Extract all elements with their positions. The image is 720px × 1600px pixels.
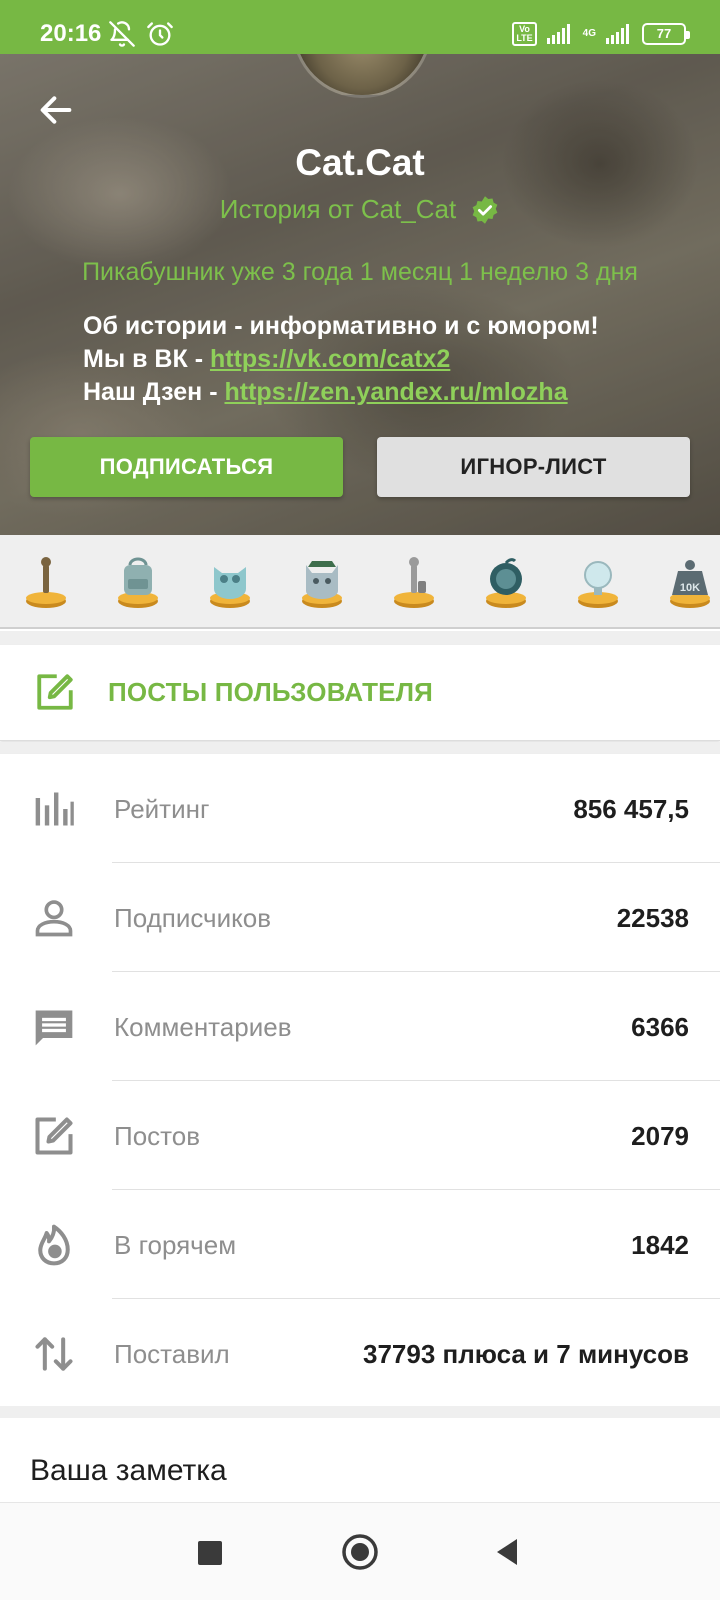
profile-subtitle-text: История от Cat_Cat (219, 194, 457, 224)
bar-chart-icon (35, 792, 74, 826)
verified-icon (472, 195, 498, 224)
status-bar: 20:16 Vo LTE 4G 77 (0, 0, 720, 54)
edit-icon (35, 1117, 73, 1155)
user-posts-label: ПОСТЫ ПОЛЬЗОВАТЕЛЯ (108, 677, 434, 707)
stat-value: 1842 (631, 1230, 689, 1260)
awards-strip[interactable]: 10K (0, 535, 720, 629)
status-time: 20:16 (40, 20, 102, 47)
award-badge-text: 10K (680, 582, 700, 594)
award-cat-icon[interactable] (296, 551, 348, 613)
person-icon (35, 900, 73, 937)
award-trophy-icon[interactable] (20, 551, 72, 613)
edit-icon (37, 674, 73, 710)
battery-level: 77 (656, 26, 672, 41)
user-posts-link[interactable]: ПОСТЫ ПОЛЬЗОВАТЕЛЯ (0, 645, 720, 741)
note-section[interactable]: Ваша заметка (0, 1418, 720, 1502)
swap-vertical-icon (35, 1337, 73, 1371)
stat-label: Поставил (114, 1339, 230, 1369)
profile-subtitle: История от Cat_Cat (0, 194, 720, 225)
profile-about: Об истории - информативно и с юмором! Мы… (83, 310, 599, 409)
section-gap (0, 742, 720, 754)
home-icon[interactable] (341, 1533, 379, 1571)
stat-label: Постов (114, 1121, 201, 1151)
stat-row-posts: Постов 2079 (0, 1081, 720, 1190)
about-prefix: Мы в ВК - (83, 345, 210, 373)
flame-icon (38, 1224, 70, 1266)
award-owl-icon[interactable] (204, 551, 256, 613)
network-type: 4G (582, 28, 596, 39)
stat-row-comments: Комментариев 6366 (0, 972, 720, 1081)
stat-label: Подписчиков (114, 903, 272, 933)
stats-list: Рейтинг 856 457,5 Подписчиков 22538 Комм… (0, 754, 720, 1406)
vk-link[interactable]: https://vk.com/catx2 (210, 345, 450, 373)
stat-value: 6366 (631, 1012, 689, 1042)
stat-label: Комментариев (114, 1012, 292, 1042)
about-line: Об истории - информативно и с юмором! (83, 312, 599, 340)
stat-label: В горячем (114, 1230, 237, 1260)
section-gap (0, 1406, 720, 1418)
profile-name: Cat.Cat (295, 142, 425, 183)
award-trophy-icon[interactable] (388, 551, 440, 613)
award-backpack-icon[interactable] (112, 551, 164, 613)
stat-row-votes: Поставил 37793 плюса и 7 минусов (0, 1299, 720, 1408)
back-arrow-icon[interactable] (36, 90, 76, 130)
section-gap (0, 631, 720, 645)
stat-row-rating: Рейтинг 856 457,5 (0, 754, 720, 863)
comment-icon (35, 1010, 73, 1046)
notifications-off-icon (109, 21, 135, 47)
stat-label: Рейтинг (114, 794, 210, 824)
stat-value: 37793 плюса и 7 минусов (362, 1339, 689, 1369)
signal-icon (606, 24, 629, 44)
stat-value: 856 457,5 (573, 794, 689, 824)
award-10k-icon[interactable]: 10K (664, 551, 716, 613)
member-since: Пикабушник уже 3 года 1 месяц 1 неделю 3… (82, 258, 638, 286)
subscribe-button[interactable]: ПОДПИСАТЬСЯ (30, 437, 343, 497)
note-label: Ваша заметка (30, 1454, 227, 1487)
stat-row-hot: В горячем 1842 (0, 1190, 720, 1299)
stat-row-subscribers: Подписчиков 22538 (0, 863, 720, 972)
ignore-list-button[interactable]: ИГНОР-ЛИСТ (377, 437, 690, 497)
award-apple-icon[interactable] (480, 551, 532, 613)
award-globe-icon[interactable] (572, 551, 624, 613)
back-triangle-icon[interactable] (493, 1537, 521, 1567)
stat-value: 2079 (631, 1121, 689, 1151)
volte-icon: Vo LTE (512, 22, 537, 46)
stat-value: 22538 (616, 903, 689, 933)
avatar[interactable] (292, 54, 432, 98)
recent-apps-icon[interactable] (198, 1541, 222, 1565)
about-prefix: Наш Дзен - (83, 378, 225, 406)
profile-header: Cat.Cat История от Cat_Cat Пикабушник уж… (0, 54, 720, 535)
battery-icon: 77 (642, 23, 690, 45)
system-nav-bar (0, 1502, 720, 1600)
alarm-icon (147, 22, 173, 46)
signal-icon (546, 24, 570, 44)
zen-link[interactable]: https://zen.yandex.ru/mlozha (225, 378, 568, 406)
